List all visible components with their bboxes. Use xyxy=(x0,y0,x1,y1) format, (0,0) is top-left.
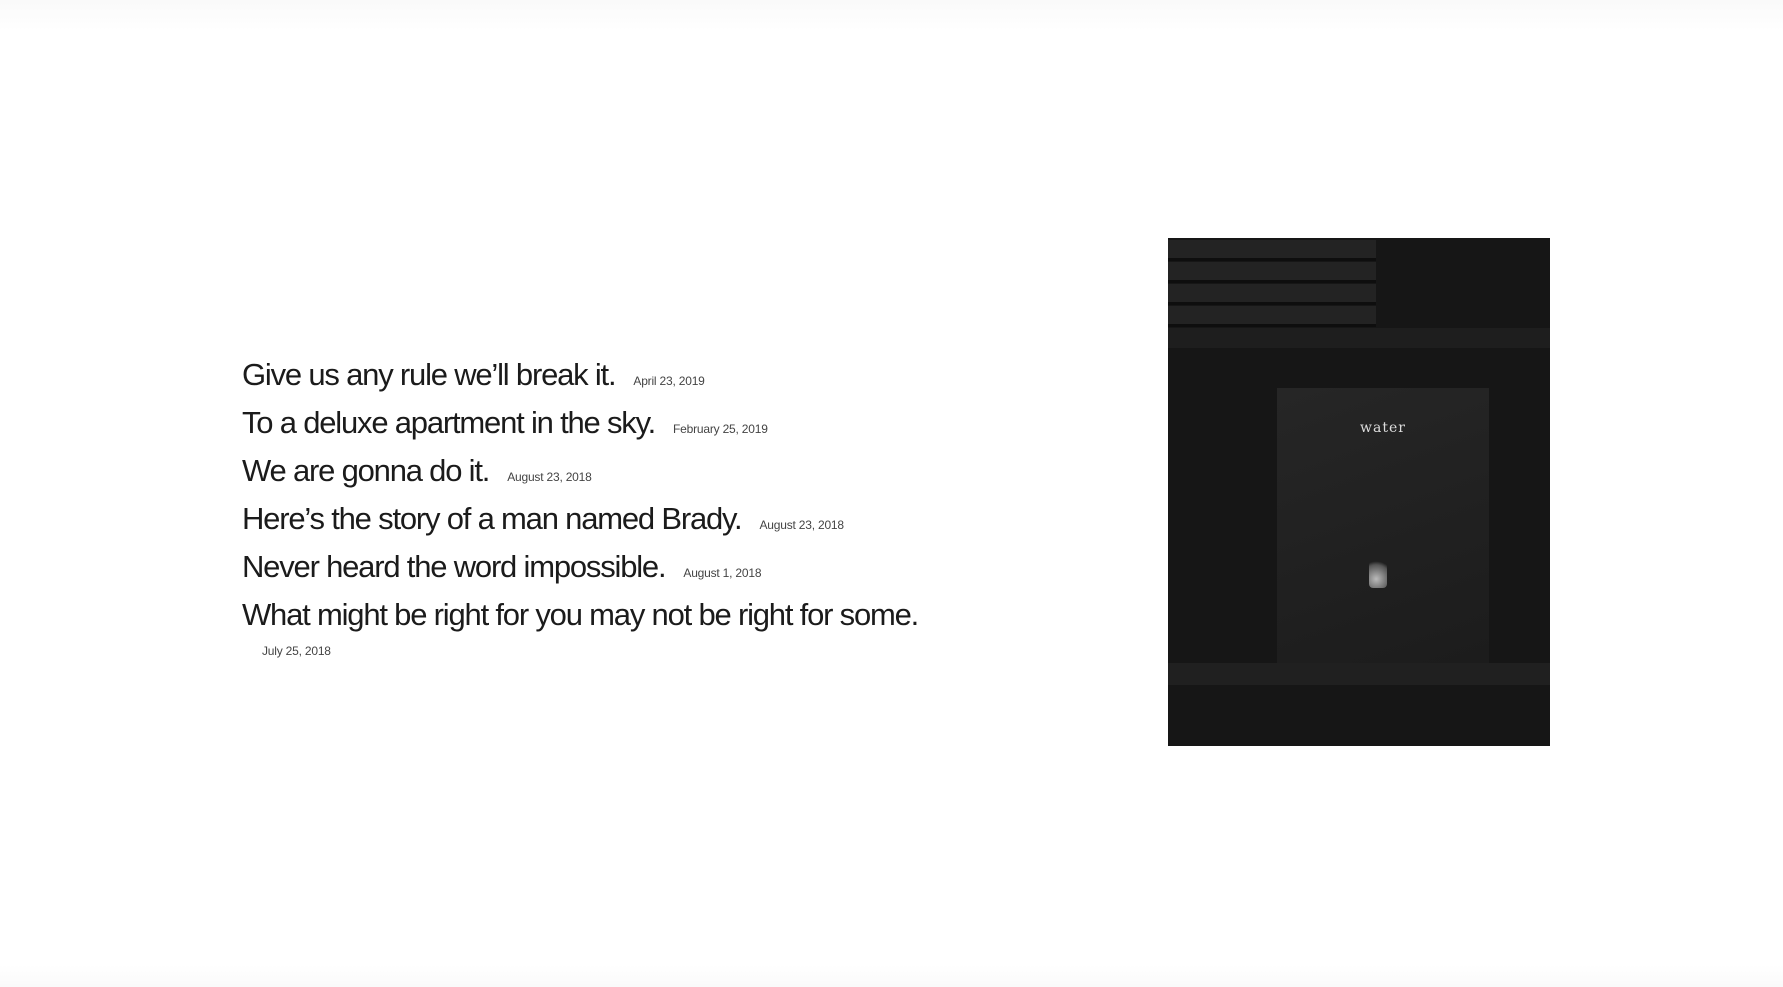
footer-bar xyxy=(0,965,1783,987)
header-bar xyxy=(0,0,1783,30)
person-figure xyxy=(1369,558,1387,588)
book-stack xyxy=(1168,240,1376,261)
book-stack xyxy=(1168,306,1376,327)
post-date: February 25, 2019 xyxy=(673,422,768,436)
post-list: Give us any rule we’ll break it. April 23… xyxy=(242,354,1042,660)
cover-title: water xyxy=(1360,420,1406,436)
post-title-link[interactable]: What might be right for you may not be r… xyxy=(242,597,919,632)
book-stack xyxy=(1168,262,1376,283)
post-item: We are gonna do it. August 23, 2018 xyxy=(242,450,1042,498)
post-title-link[interactable]: Here’s the story of a man named Brady. xyxy=(242,501,743,536)
post-title-link[interactable]: Give us any rule we’ll break it. xyxy=(242,357,617,392)
post-date: August 23, 2018 xyxy=(759,518,844,532)
post-item: Here’s the story of a man named Brady. Au… xyxy=(242,498,1042,546)
post-date: August 1, 2018 xyxy=(683,566,762,580)
book-stack xyxy=(1168,284,1376,305)
post-item: Give us any rule we’ll break it. April 23… xyxy=(242,354,1042,402)
post-item: Never heard the word impossible. August 1… xyxy=(242,546,1042,594)
post-date: August 23, 2018 xyxy=(507,470,592,484)
post-item: What might be right for you may not be r… xyxy=(242,594,1042,660)
featured-image: water xyxy=(1168,238,1550,746)
post-date: July 25, 2018 xyxy=(262,644,331,658)
post-title-link[interactable]: To a deluxe apartment in the sky. xyxy=(242,405,656,440)
magazine-cover: water xyxy=(1277,388,1489,663)
post-title-link[interactable]: We are gonna do it. xyxy=(242,453,490,488)
shelf xyxy=(1168,328,1550,348)
post-item: To a deluxe apartment in the sky. Februar… xyxy=(242,402,1042,450)
post-title-link[interactable]: Never heard the word impossible. xyxy=(242,549,667,584)
shelf xyxy=(1168,663,1550,685)
post-date: April 23, 2019 xyxy=(633,374,705,388)
